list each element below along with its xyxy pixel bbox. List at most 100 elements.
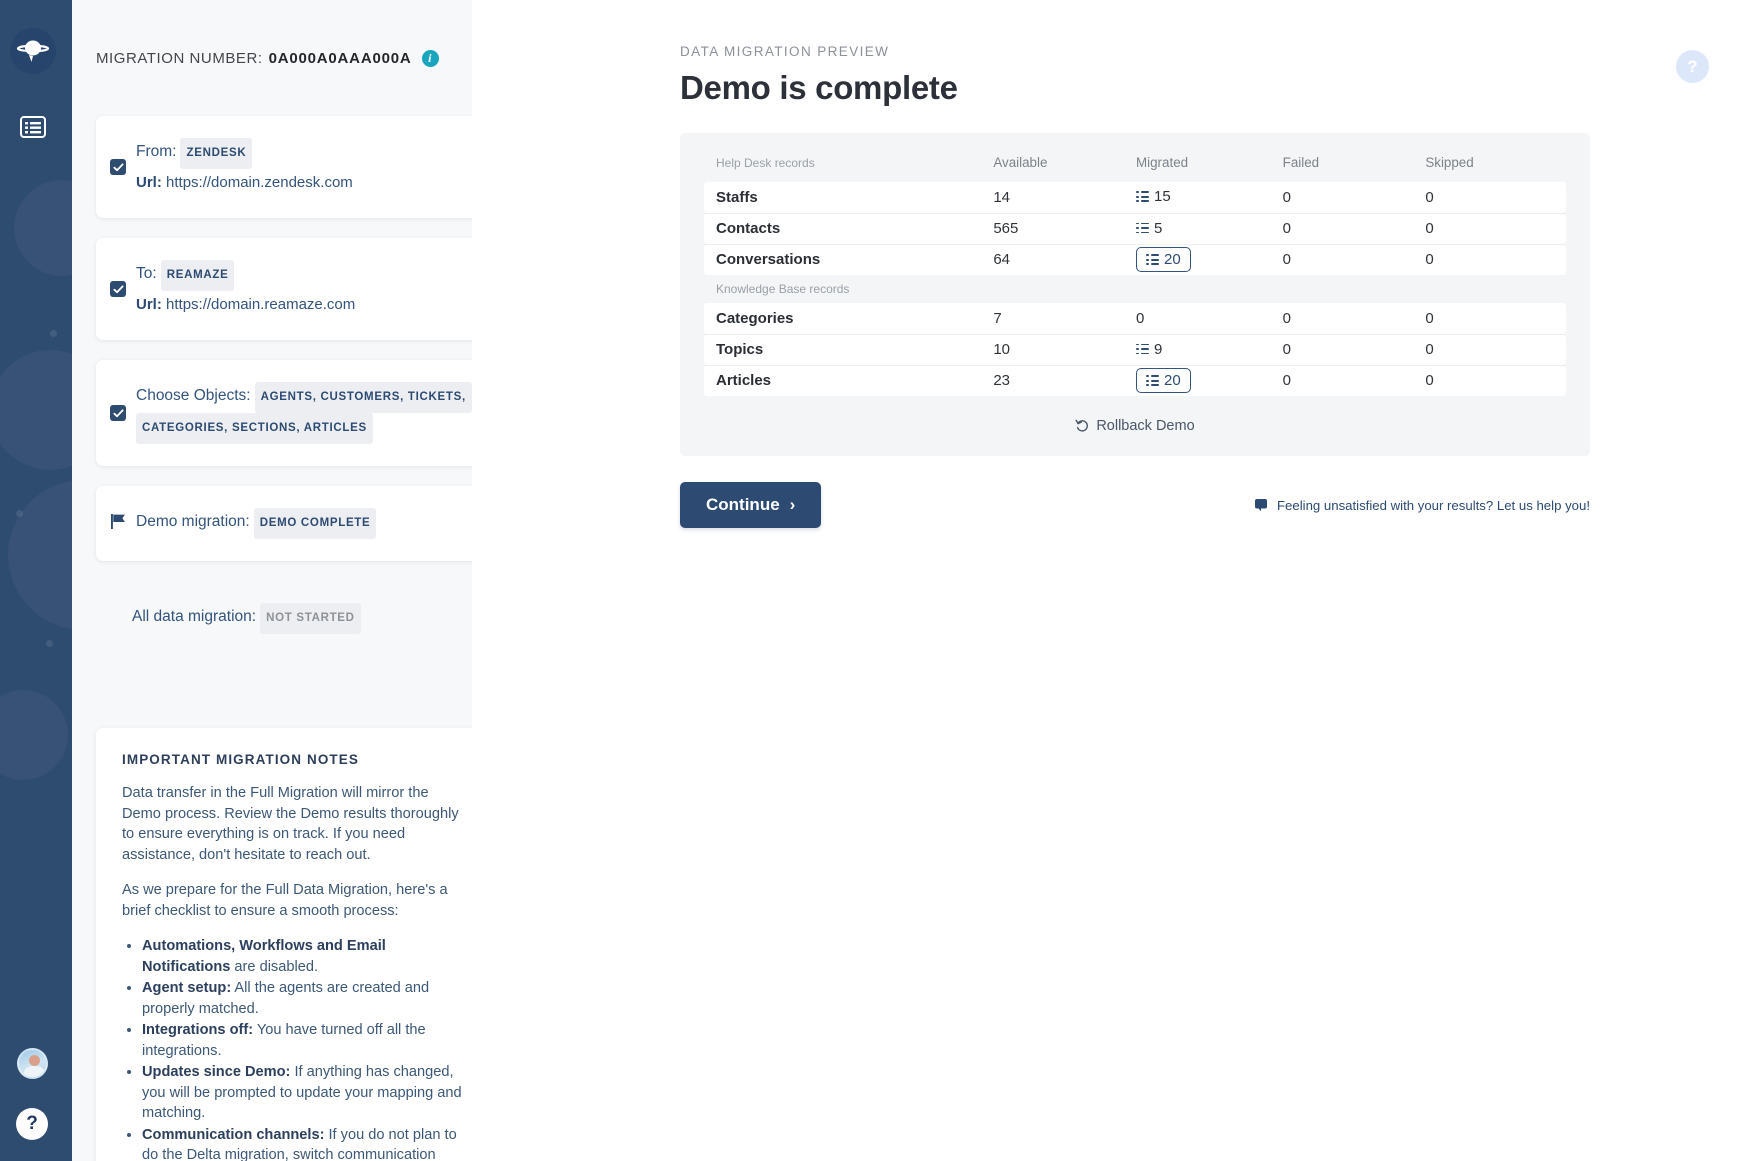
footer-actions: Continue › Feeling unsatisfied with your… (680, 482, 1590, 528)
migration-number-header: MIGRATION NUMBER: 0A000A0AAA000A i (72, 0, 472, 116)
migration-number-value: 0A000A0AAA000A (268, 49, 412, 67)
row-failed: 0 (1282, 333, 1426, 365)
table-header-row: Help Desk records Available Migrated Fai… (704, 149, 1566, 182)
list-nav-icon[interactable] (14, 110, 52, 144)
table-body: Staffs 14 15 0 0 Contacts 565 5 0 0 Conv… (704, 182, 1566, 396)
row-migrated: 20 (1135, 364, 1283, 396)
list-item-rest: are disabled. (230, 958, 318, 975)
step-card-to[interactable]: To: REAMAZE Url: https://domain.reamaze.c… (96, 238, 472, 340)
table-row: Contacts 565 5 0 0 (704, 212, 1566, 244)
decorative-blob (8, 480, 72, 630)
checkbox-to[interactable] (110, 281, 126, 297)
migrated-count: 20 (1163, 372, 1181, 390)
objects-chip-line2: CATEGORIES, SECTIONS, ARTICLES (136, 413, 373, 444)
list-item: Agent setup: All the agents are created … (142, 978, 470, 1019)
row-failed: 0 (1282, 182, 1426, 213)
checkbox-objects[interactable] (110, 405, 126, 421)
app-root: ? MIGRATION NUMBER: 0A000A0AAA000A i Fro… (0, 0, 1764, 1161)
list-item: Automations, Workflows and Email Notific… (142, 936, 470, 977)
row-available: 565 (993, 212, 1136, 244)
migrated-value: 9 (1135, 341, 1162, 358)
row-migrated: 15 (1135, 182, 1283, 213)
list-item: Integrations off: You have turned off al… (142, 1020, 470, 1061)
undo-icon (1075, 419, 1089, 432)
row-name: Staffs (704, 182, 994, 213)
objects-row-2: CATEGORIES, SECTIONS, ARTICLES (136, 413, 472, 444)
list-icon (1135, 222, 1149, 234)
step-card-all-data-migration: All data migration: NOT STARTED (96, 581, 472, 656)
page-title: Demo is complete (680, 69, 958, 106)
list-item-bold: Integrations off: (142, 1022, 254, 1038)
row-available: 10 (993, 333, 1136, 365)
demo-migration-row: Demo migration: DEMO COMPLETE (136, 508, 472, 539)
migrated-value-button[interactable]: 20 (1135, 247, 1191, 273)
to-label: To: (136, 265, 157, 282)
user-avatar[interactable] (17, 1048, 48, 1079)
chevron-right-icon: › (789, 495, 796, 514)
migrated-value: 5 (1135, 219, 1163, 237)
help-button-rail[interactable]: ? (16, 1108, 48, 1140)
row-migrated: 0 (1135, 303, 1283, 334)
migrated-value-button[interactable]: 20 (1135, 368, 1191, 394)
important-migration-notes: IMPORTANT MIGRATION NOTES Data transfer … (96, 728, 472, 1161)
decorative-blob (14, 180, 72, 276)
row-available: 14 (993, 182, 1136, 213)
list-item-bold: Updates since Demo: (142, 1064, 291, 1080)
row-migrated: 5 (1135, 212, 1283, 244)
row-skipped: 0 (1425, 364, 1566, 396)
row-skipped: 0 (1425, 243, 1566, 275)
migrated-value: 15 (1135, 188, 1171, 205)
decorative-blob (0, 350, 72, 470)
to-row: To: REAMAZE (136, 260, 472, 291)
table-row: Conversations 64 20 0 0 (704, 243, 1566, 275)
rollback-demo-button[interactable]: Rollback Demo (704, 418, 1566, 434)
all-data-migration-row: All data migration: NOT STARTED (132, 603, 472, 634)
table-row: Categories 7 0 0 0 (704, 303, 1566, 334)
page-eyebrow: DATA MIGRATION PREVIEW (680, 44, 890, 59)
column-header-available: Available (993, 155, 1048, 170)
all-data-migration-label: All data migration: (132, 608, 257, 625)
column-header-failed: Failed (1282, 155, 1320, 170)
group-label-knowledge-base: Knowledge Base records (704, 275, 1566, 303)
list-item-bold: Agent setup: (142, 980, 232, 996)
notes-paragraph-2: As we prepare for the Full Data Migratio… (122, 882, 448, 919)
feedback-text: Feeling unsatisfied with your results? L… (1276, 497, 1590, 513)
from-url-value: https://domain.zendesk.com (166, 174, 353, 191)
help-button-top[interactable]: ? (1676, 50, 1709, 83)
objects-chip-line1: AGENTS, CUSTOMERS, TICKETS, (254, 382, 472, 413)
row-failed: 0 (1282, 364, 1426, 396)
migration-sidebar-panel: MIGRATION NUMBER: 0A000A0AAA000A i From:… (72, 0, 472, 1161)
step-card-objects[interactable]: Choose Objects: AGENTS, CUSTOMERS, TICKET… (96, 360, 472, 466)
notes-checklist: Automations, Workflows and Email Notific… (142, 936, 470, 1161)
column-header-skipped: Skipped (1425, 155, 1474, 170)
table-row: Staffs 14 15 0 0 (704, 182, 1566, 213)
checkbox-from[interactable] (110, 159, 126, 175)
all-data-migration-chip: NOT STARTED (260, 603, 361, 634)
notes-heading: IMPORTANT MIGRATION NOTES (122, 752, 359, 767)
migrated-count: 20 (1163, 251, 1181, 269)
group-label-help-desk: Help Desk records (716, 155, 815, 170)
continue-button[interactable]: Continue › (680, 482, 822, 528)
from-chip: ZENDESK (180, 138, 253, 169)
row-available: 7 (993, 303, 1136, 334)
row-failed: 0 (1282, 243, 1426, 275)
row-name: Topics (704, 333, 994, 365)
step-card-demo-migration[interactable]: Demo migration: DEMO COMPLETE (96, 486, 472, 561)
list-item: Updates since Demo: If anything has chan… (142, 1062, 470, 1124)
info-icon[interactable]: i (421, 49, 439, 67)
main-content: ? DATA MIGRATION PREVIEW Demo is complet… (472, 0, 1764, 1161)
migrated-count: 5 (1153, 219, 1163, 237)
from-row: From: ZENDESK (136, 138, 472, 169)
table-row: Topics 10 9 0 0 (704, 333, 1566, 365)
flag-icon (110, 513, 127, 535)
to-url-label: Url: (136, 296, 162, 313)
step-card-from[interactable]: From: ZENDESK Url: https://domain.zendesk… (96, 116, 472, 218)
row-failed: 0 (1282, 303, 1426, 334)
from-label: From: (136, 143, 177, 160)
feedback-link[interactable]: Feeling unsatisfied with your results? L… (1254, 498, 1590, 513)
to-url-value: https://domain.reamaze.com (166, 296, 356, 313)
demo-migration-label: Demo migration: (136, 513, 250, 530)
row-skipped: 0 (1425, 303, 1566, 334)
objects-row: Choose Objects: AGENTS, CUSTOMERS, TICKET… (136, 382, 472, 413)
saturn-logo-icon[interactable] (10, 28, 56, 74)
